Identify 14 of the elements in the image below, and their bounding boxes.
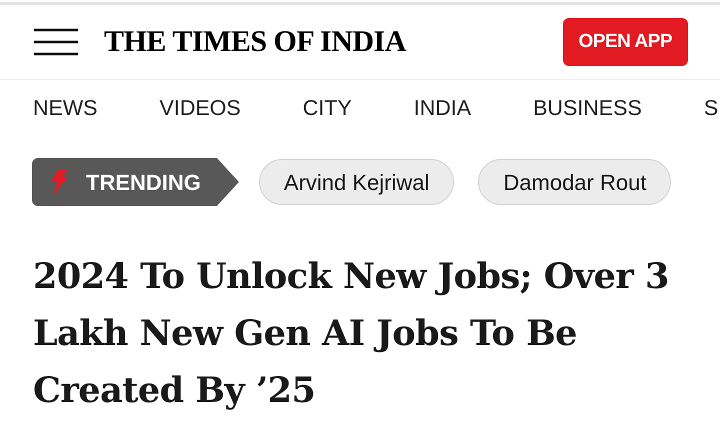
nav-link[interactable]: INDIA (414, 92, 472, 124)
topic-chip[interactable]: Arvind Kejriwal (258, 159, 454, 205)
headline[interactable]: 2024 To Unlock New Jobs; Over 3 Lakh New Gen AI Jobs To Be Created By ’25 (0, 248, 690, 419)
menu-icon[interactable] (34, 28, 78, 56)
nav-link[interactable]: S (704, 92, 718, 124)
logo[interactable]: THE TIMES OF INDIA (104, 27, 406, 57)
lightning-icon (50, 169, 68, 195)
nav-link[interactable]: BUSINESS (533, 92, 642, 124)
open-app-button[interactable]: OPEN APP (562, 18, 688, 66)
nav-link[interactable]: VIDEOS (160, 92, 241, 124)
trending-label: TRENDING (32, 158, 239, 206)
nav-link[interactable]: CITY (302, 92, 352, 124)
nav-link[interactable]: NEWS (33, 92, 98, 124)
topic-chip[interactable]: Damodar Rout (478, 159, 672, 205)
